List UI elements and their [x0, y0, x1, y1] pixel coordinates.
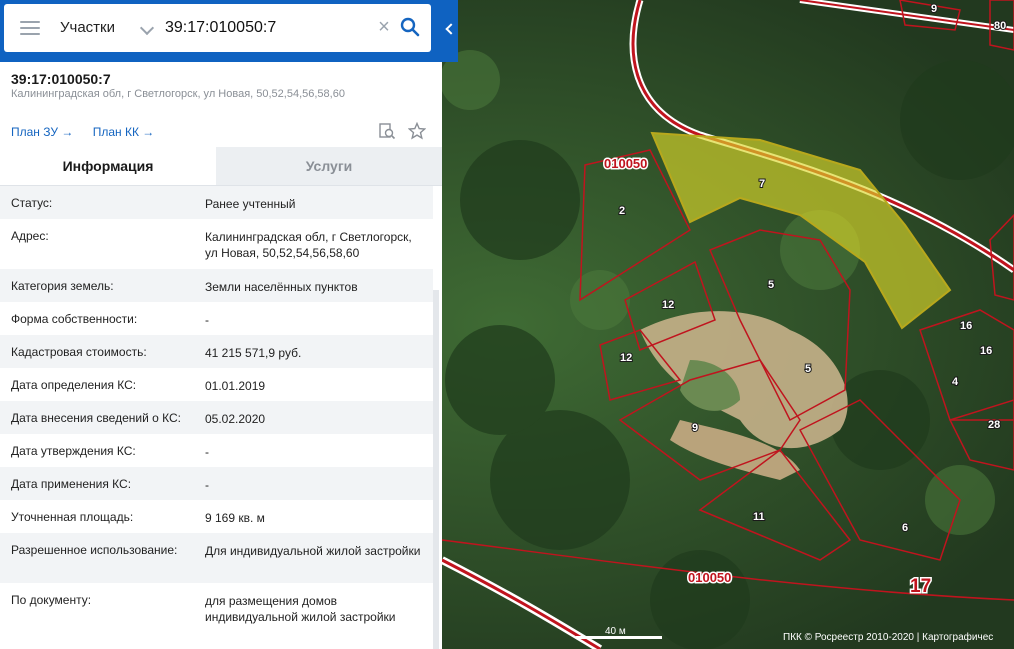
info-row-label: Дата определения КС:	[11, 378, 137, 392]
parcel-label: 2	[619, 205, 625, 217]
tool-icons	[378, 121, 434, 140]
parcel-label: 7	[759, 178, 765, 190]
info-row: Статус: Ранее учтенный	[0, 186, 433, 219]
parcel-label: 28	[988, 419, 1000, 431]
info-row-label: Адрес:	[11, 229, 49, 243]
info-row: Категория земель: Земли населённых пункто…	[0, 269, 433, 302]
parcel-label: 80	[994, 20, 1006, 32]
panel-scrollbar[interactable]	[433, 290, 439, 649]
info-row-label: Форма собственности:	[11, 312, 138, 326]
info-row-value: Калининградская обл, г Светлогорск, ул Н…	[205, 230, 412, 260]
info-row-label: Уточненная площадь:	[11, 510, 134, 524]
info-row-value: 9 169 кв. м	[205, 511, 265, 525]
search-box: Участки ×	[4, 4, 431, 52]
info-panel: Участки × 39:17:010050:7 Калининградская…	[0, 0, 442, 649]
parcel-label: 16	[980, 345, 992, 357]
parcel-label: 11	[753, 511, 765, 523]
map-attribution: ПКК © Росреестр 2010-2020 | Картографиче…	[783, 631, 993, 643]
info-row-label: По документу:	[11, 593, 92, 607]
parcel-label: 9	[931, 3, 937, 15]
info-row-label: Категория земель:	[11, 279, 114, 293]
plan-links: План ЗУ → План КК →	[11, 125, 170, 139]
tab-services[interactable]: Услуги	[216, 147, 442, 185]
info-row: По документу: для размещения домов индиви…	[0, 583, 433, 633]
plan-kk-link[interactable]: План КК →	[93, 125, 155, 139]
search-input[interactable]	[165, 16, 365, 40]
tab-info[interactable]: Информация	[0, 147, 216, 185]
parcel-label: 4	[952, 376, 959, 388]
info-row-value: Ранее учтенный	[205, 197, 296, 211]
parcel-label: 5	[768, 279, 774, 291]
clear-icon[interactable]: ×	[375, 17, 393, 37]
tab-bar: Информация Услуги	[0, 147, 442, 186]
info-row-label: Кадастровая стоимость:	[11, 345, 147, 359]
info-row: Форма собственности: -	[0, 302, 433, 335]
parcel-label: 12	[662, 299, 674, 311]
info-row: Адрес: Калининградская обл, г Светлогорск…	[0, 219, 433, 269]
info-row-value: -	[205, 313, 209, 327]
info-row-value: Земли населённых пунктов	[205, 280, 358, 294]
parcel-number: 39:17:010050:7	[11, 71, 111, 87]
menu-icon[interactable]	[20, 21, 40, 35]
quarter-label: 010050	[688, 570, 731, 585]
plan-zu-link[interactable]: План ЗУ →	[11, 125, 73, 139]
quarter-label: 010050	[604, 156, 647, 171]
info-row-label: Разрешенное использование:	[11, 543, 178, 557]
info-row: Дата применения КС: -	[0, 467, 433, 500]
info-row-label: Дата применения КС:	[11, 477, 132, 491]
parcel-label: 5	[805, 363, 811, 375]
print-preview-icon[interactable]	[378, 122, 396, 140]
info-row-value: Для индивидуальной жилой застройки	[205, 544, 421, 558]
info-row-label: Дата утверждения КС:	[11, 444, 136, 458]
search-type-select[interactable]: Участки	[60, 17, 156, 39]
info-row: Разрешенное использование: Для индивидуал…	[0, 533, 433, 583]
parcel-label: 16	[960, 320, 972, 332]
chevron-down-icon	[139, 20, 155, 36]
scale-label: 40 м	[605, 626, 626, 637]
info-row-value: 41 215 571,9 руб.	[205, 346, 302, 360]
parcel-label: 12	[620, 352, 632, 364]
info-row-value: 01.01.2019	[205, 379, 266, 393]
search-bar: Участки ×	[0, 0, 442, 62]
info-row: Дата утверждения КС: -	[0, 434, 433, 467]
info-row-value: 05.02.2020	[205, 412, 266, 426]
search-icon[interactable]	[400, 17, 420, 37]
parcel-label: 9	[692, 422, 698, 434]
info-row: Дата определения КС: 01.01.2019	[0, 368, 433, 401]
collapse-panel-button[interactable]	[442, 0, 458, 62]
info-row-value: -	[205, 445, 209, 459]
chevron-left-icon	[445, 23, 457, 35]
info-row-label: Статус:	[11, 196, 53, 210]
info-row-label: Дата внесения сведений о КС:	[11, 411, 181, 425]
search-type-label: Участки	[60, 19, 115, 36]
parcel-address: Калининградская обл, г Светлогорск, ул Н…	[11, 88, 345, 100]
info-row: Уточненная площадь: 9 169 кв. м	[0, 500, 433, 533]
info-table: Статус: Ранее учтенный Адрес: Калининградск…	[0, 186, 433, 633]
quarter-number-label: 17	[910, 576, 931, 597]
info-row-value: -	[205, 478, 209, 492]
info-row: Кадастровая стоимость: 41 215 571,9 руб.	[0, 335, 433, 368]
star-icon[interactable]	[408, 121, 427, 140]
info-row: Дата внесения сведений о КС: 05.02.2020	[0, 401, 433, 434]
info-row-value: для размещения домов индивидуальной жило…	[205, 594, 396, 624]
parcel-label: 6	[902, 522, 908, 534]
